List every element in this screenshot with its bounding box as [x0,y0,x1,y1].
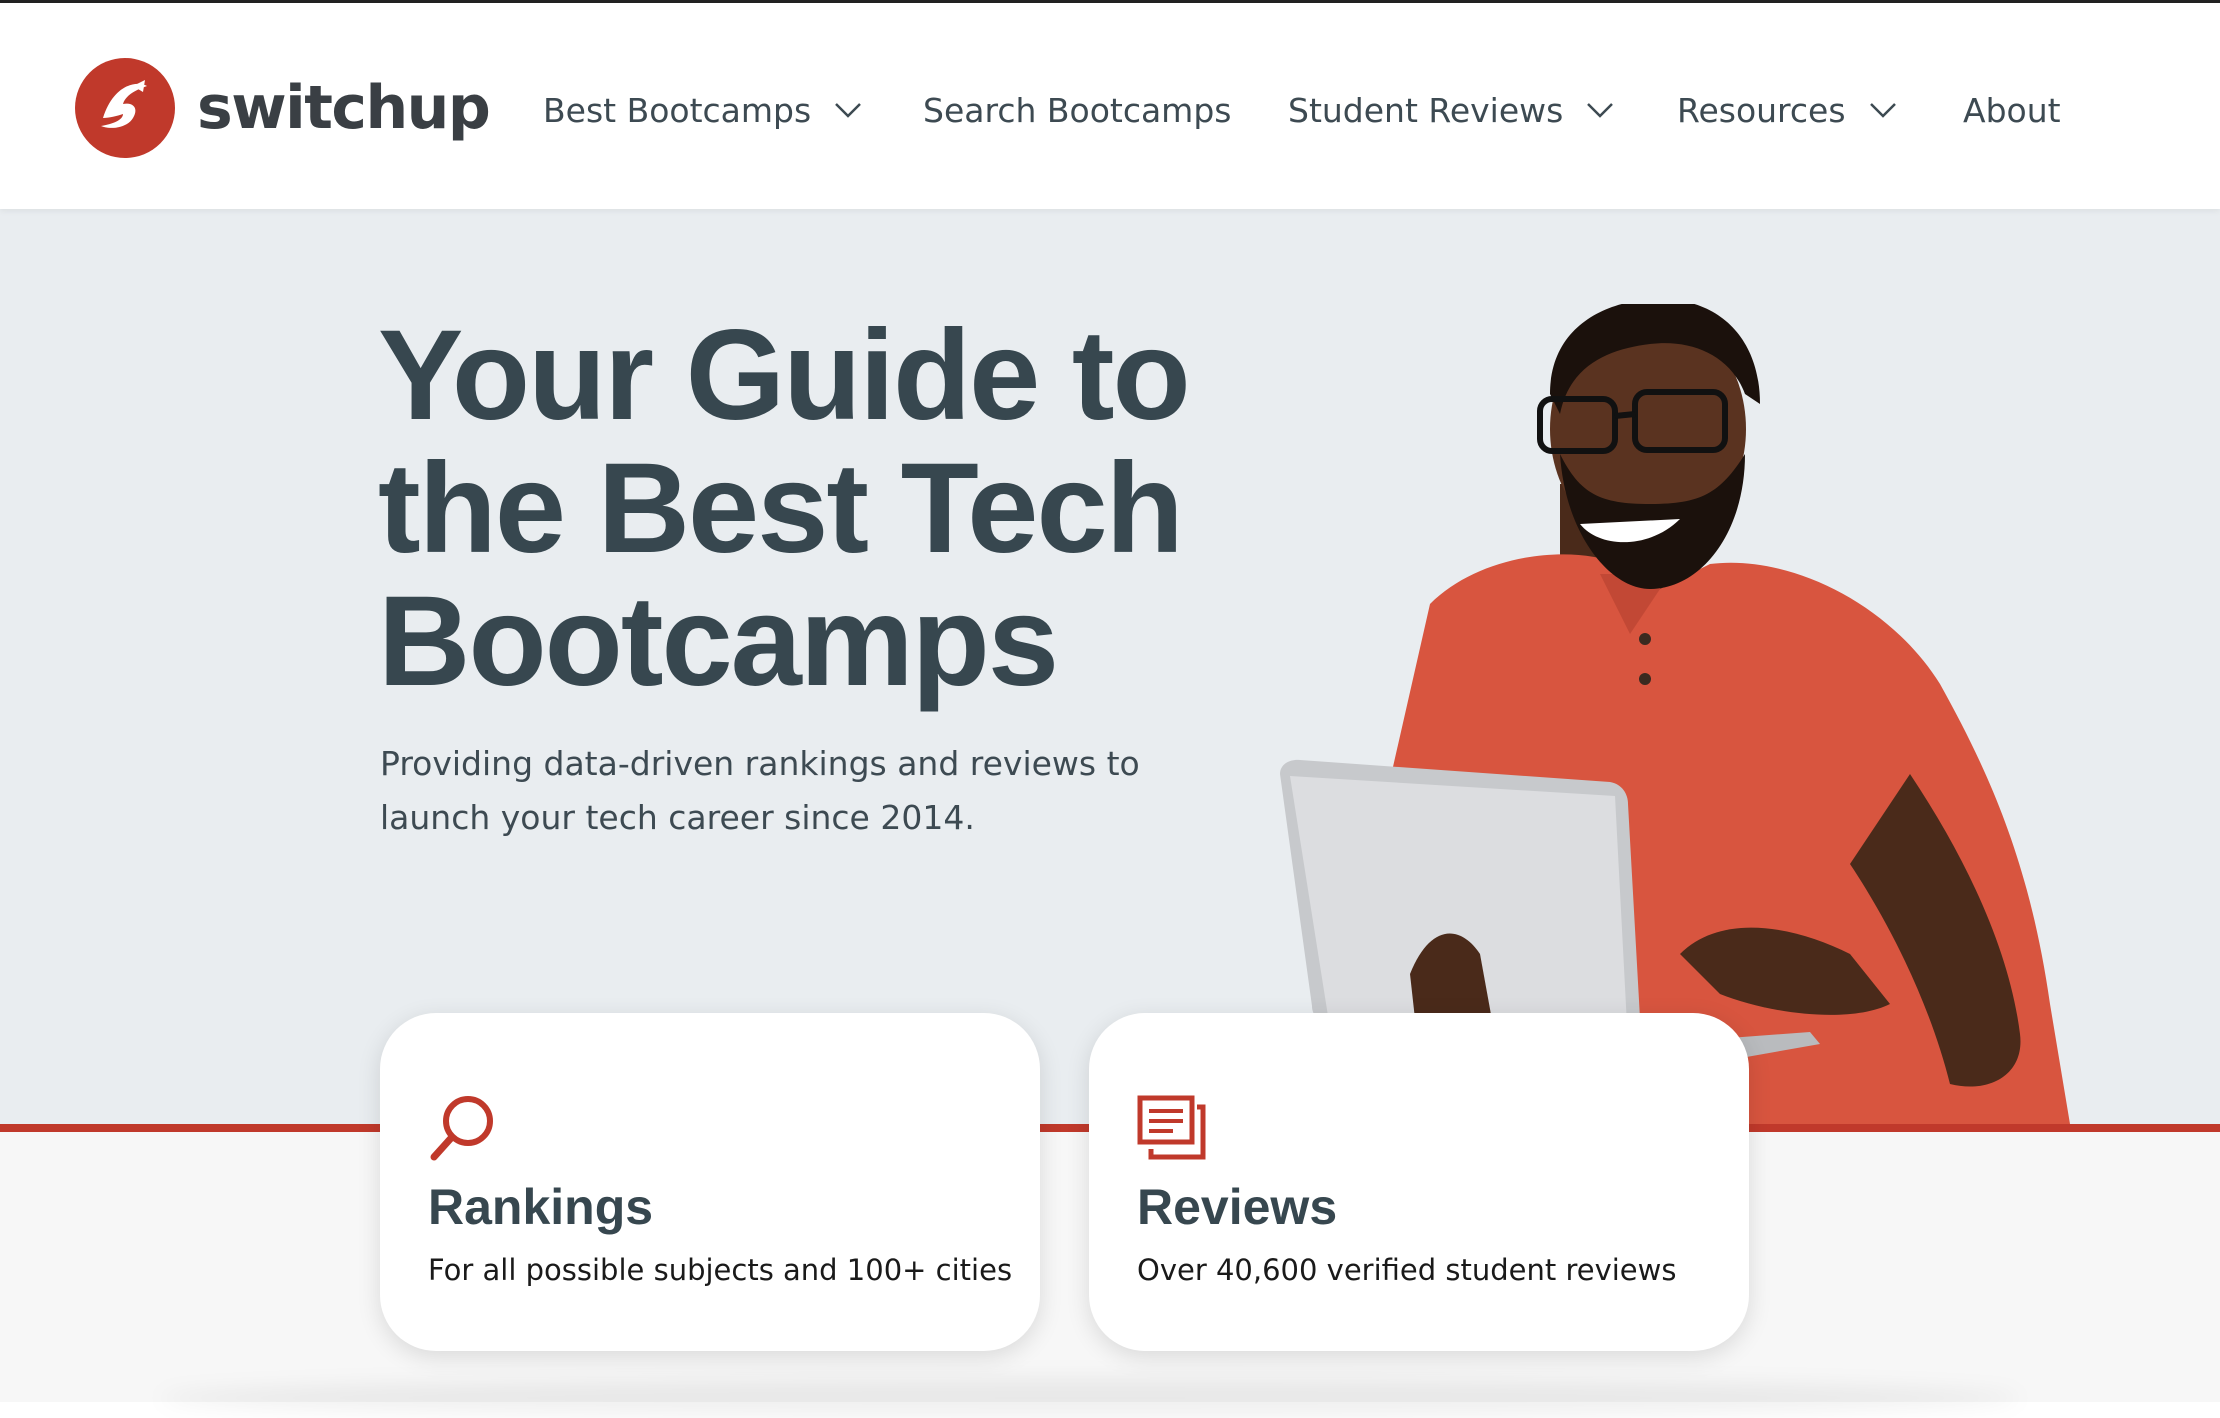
hero-subtitle-line: Providing data-driven rankings and revie… [380,744,1140,783]
nav-resources-label: Resources [1677,90,1846,130]
site-header: switchup Best Bootcamps Search Bootcamps… [0,3,2220,209]
hero-title-line: Your Guide to [378,304,1191,447]
hero-subtitle: Providing data-driven rankings and revie… [380,737,1180,845]
search-icon [430,1096,493,1161]
nav-student-reviews-label: Student Reviews [1288,90,1564,130]
brand-name: switchup [197,73,491,143]
chevron-down-icon [1587,103,1614,118]
nav-resources[interactable]: Resources [1677,75,1898,145]
hero-title-line: the Best Tech [378,437,1184,580]
nav-about-label: About [1963,90,2061,130]
hero-person-image [1280,304,2070,1124]
hero-subtitle-line: launch your tech career since 2014. [380,798,975,837]
reviews-card-title: Reviews [1137,1179,1338,1235]
chevron-down-icon [835,103,862,118]
switchup-logo-icon [75,58,175,158]
rankings-card-title: Rankings [428,1179,654,1235]
nav-student-reviews[interactable]: Student Reviews [1288,75,1615,145]
chevron-down-icon [1869,103,1896,118]
reviews-card-description: Over 40,600 verified student reviews [1137,1253,1677,1287]
switchup-logo[interactable]: switchup [73,55,491,161]
nav-search-bootcamps[interactable]: Search Bootcamps [923,75,1231,145]
nav-search-bootcamps-label: Search Bootcamps [923,90,1232,130]
hero-title-line: Bootcamps [378,570,1059,713]
hero-section: Your Guide to the Best Tech Bootcamps Pr… [0,209,2220,1124]
reviews-card[interactable]: Reviews Over 40,600 verified student rev… [1089,1013,1749,1351]
hero-title: Your Guide to the Best Tech Bootcamps [378,309,1278,708]
section-shadow [160,1378,2020,1418]
nav-about[interactable]: About [1963,75,2061,145]
nav-best-bootcamps-label: Best Bootcamps [543,90,812,130]
nav-best-bootcamps[interactable]: Best Bootcamps [543,75,863,145]
rankings-card-description: For all possible subjects and 100+ citie… [428,1253,1013,1287]
reviews-icon [1137,1095,1206,1160]
rankings-card[interactable]: Rankings For all possible subjects and 1… [380,1013,1040,1351]
